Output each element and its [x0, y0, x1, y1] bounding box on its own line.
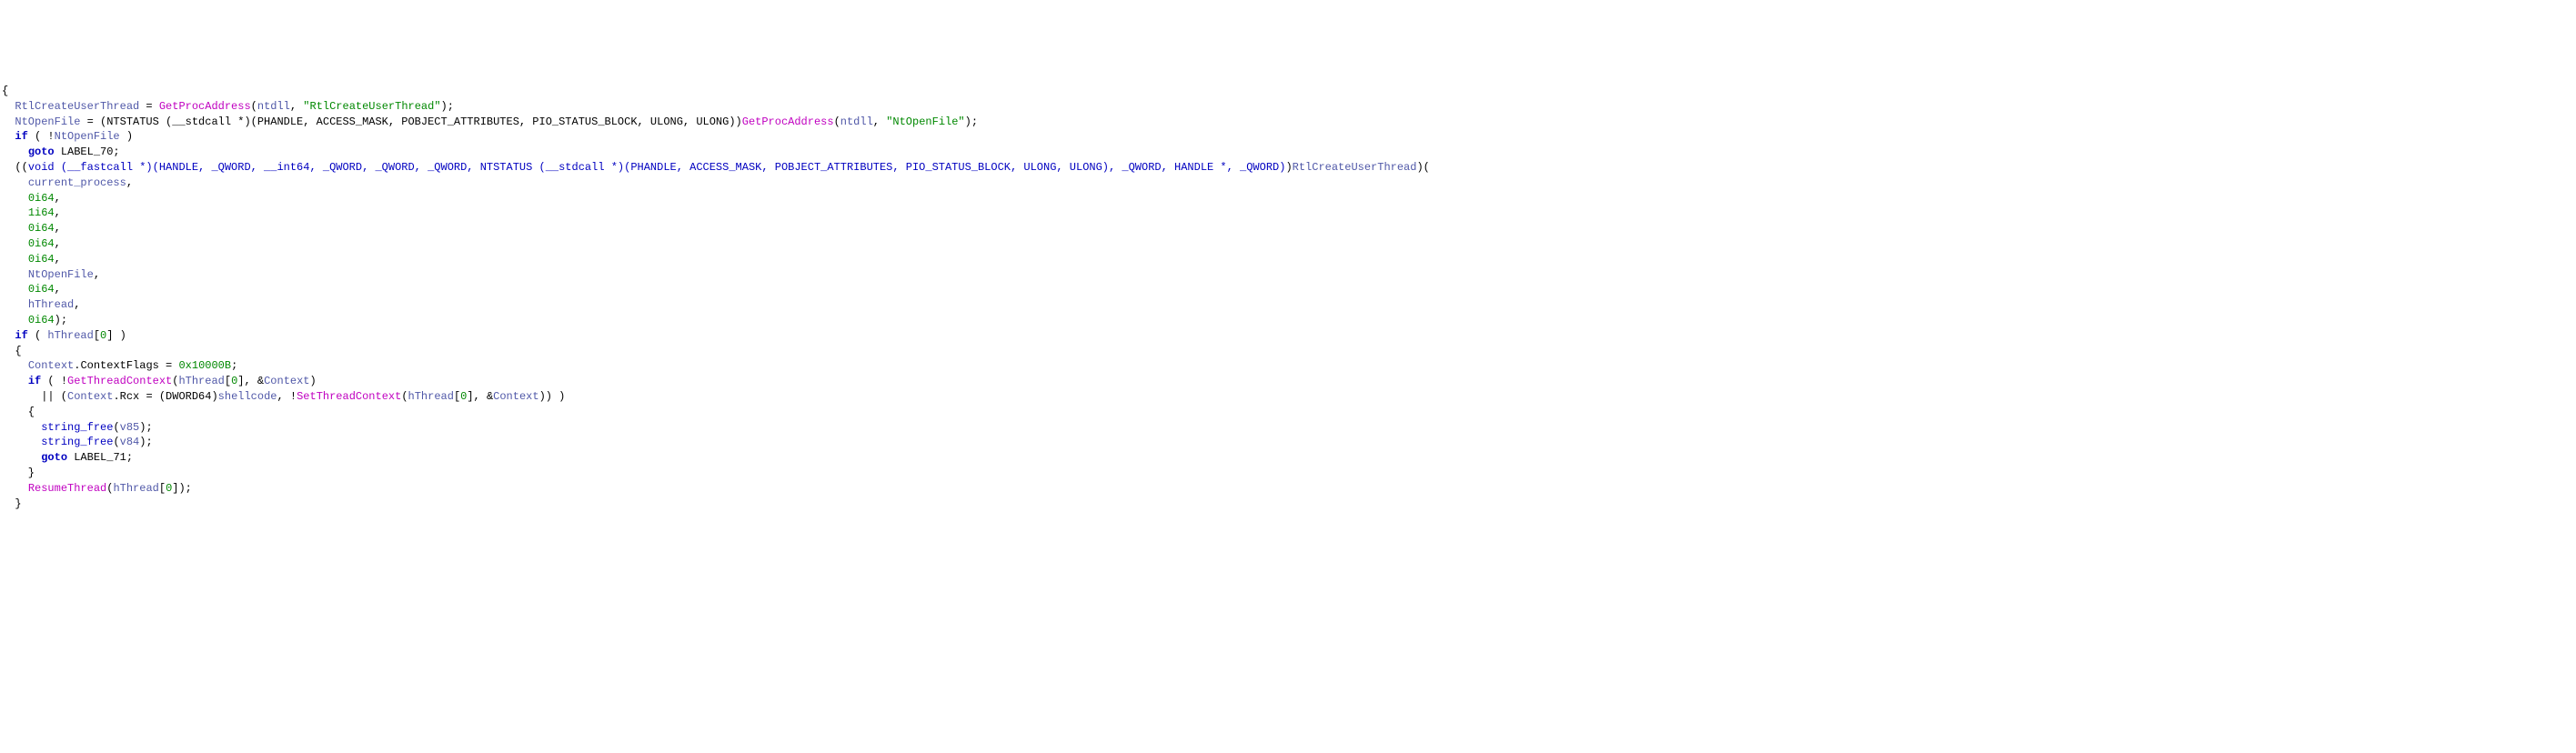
code-line: 1i64, [2, 206, 61, 219]
code-line: string_free(v84); [2, 436, 153, 448]
code-line: Context.ContextFlags = 0x10000B; [2, 359, 237, 372]
code-line: { [2, 85, 8, 97]
code-line: RtlCreateUserThread = GetProcAddress(ntd… [2, 100, 454, 113]
code-line: hThread, [2, 298, 80, 311]
code-line: 0i64, [2, 253, 61, 266]
code-line: goto LABEL_70; [2, 146, 120, 158]
code-line: string_free(v85); [2, 421, 153, 434]
decompiled-code-block: { RtlCreateUserThread = GetProcAddress(n… [0, 76, 2576, 518]
code-line: { [2, 345, 22, 357]
code-line: current_process, [2, 176, 133, 189]
code-line: 0i64, [2, 222, 61, 235]
code-line: if ( !GetThreadContext(hThread[0], &Cont… [2, 375, 317, 387]
code-line: if ( hThread[0] ) [2, 329, 126, 342]
code-line: || (Context.Rcx = (DWORD64)shellcode, !S… [2, 390, 565, 403]
code-line: 0i64); [2, 314, 67, 326]
code-line: { [2, 406, 35, 418]
code-line: 0i64, [2, 237, 61, 250]
code-line: 0i64, [2, 283, 61, 296]
code-line: NtOpenFile = (NTSTATUS (__stdcall *)(PHA… [2, 115, 978, 128]
code-line: } [2, 467, 35, 479]
code-line: ResumeThread(hThread[0]); [2, 482, 192, 495]
code-line: goto LABEL_71; [2, 451, 133, 464]
code-line: if ( !NtOpenFile ) [2, 130, 133, 143]
code-line: ((void (__fastcall *)(HANDLE, _QWORD, __… [2, 161, 1430, 174]
code-line: } [2, 497, 22, 510]
code-line: NtOpenFile, [2, 268, 100, 281]
code-line: 0i64, [2, 192, 61, 205]
